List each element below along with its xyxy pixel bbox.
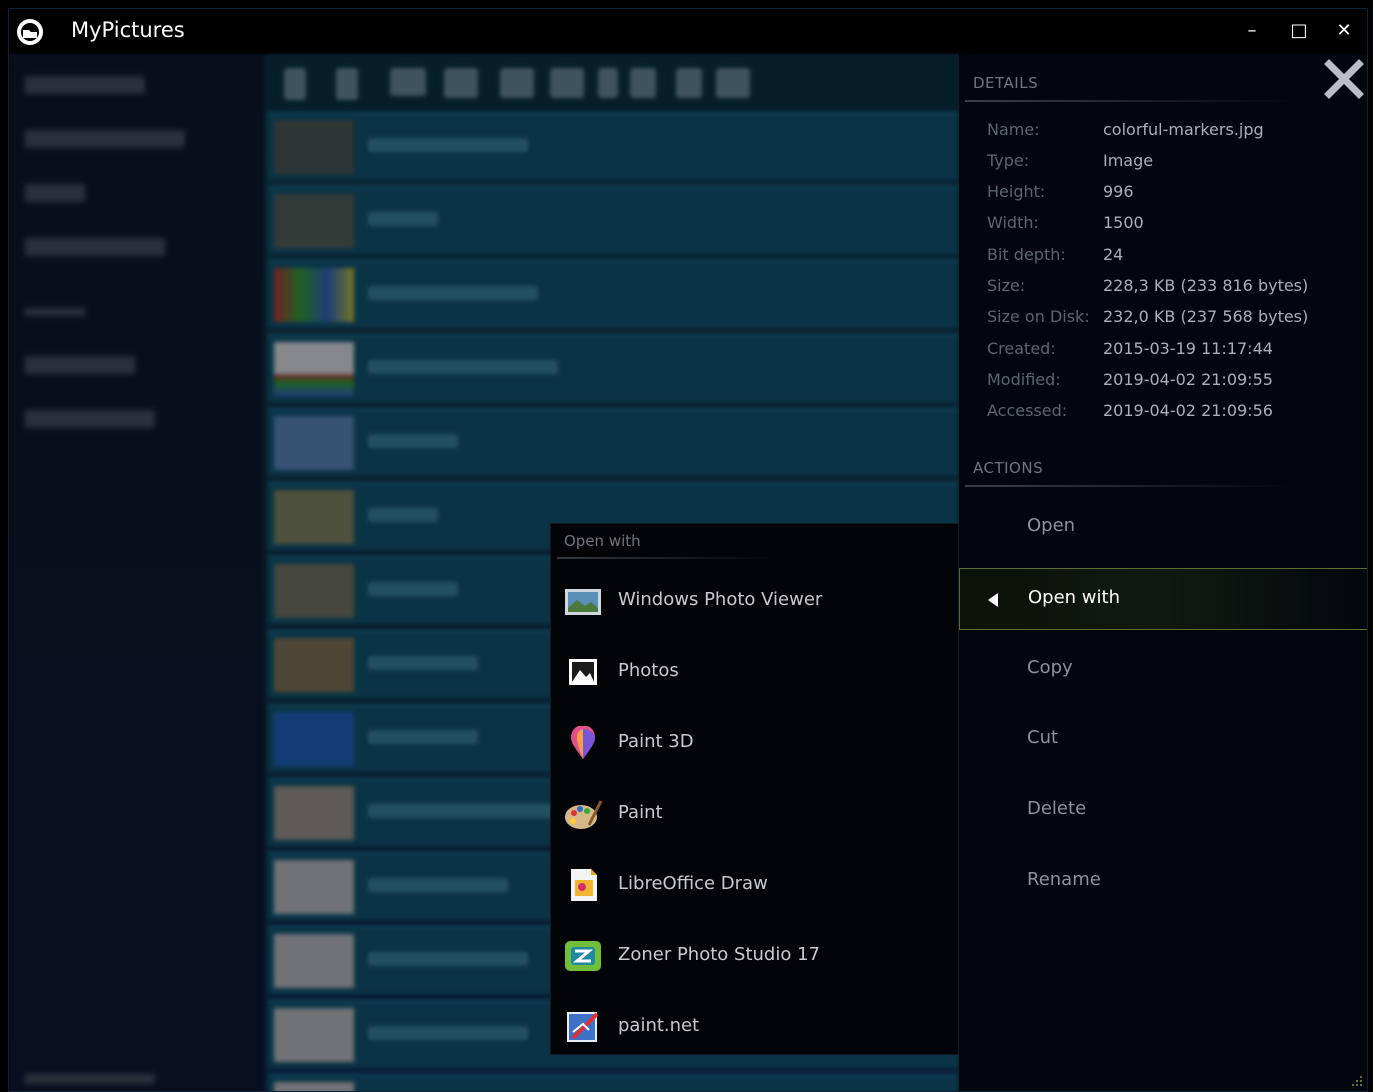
open-with-header: Open with bbox=[564, 532, 641, 550]
details-panel: DETAILS Name: colorful-markers.jpg Type:… bbox=[959, 54, 1367, 1091]
libreoffice-draw-icon bbox=[571, 869, 597, 901]
app-window: MyPictures – □ ✕ DETAILS Name: colorful-… bbox=[8, 8, 1368, 1092]
paint-icon bbox=[565, 800, 603, 829]
prop-value-height: 996 bbox=[1103, 182, 1134, 201]
action-delete-label: Delete bbox=[1027, 798, 1087, 819]
action-copy-label: Copy bbox=[1027, 657, 1073, 678]
prop-value-bit-depth: 24 bbox=[1103, 245, 1124, 264]
action-open-label: Open bbox=[1027, 515, 1076, 536]
paint3d-icon bbox=[571, 726, 595, 759]
open-with-item-libreoffice-draw[interactable]: LibreOffice Draw bbox=[551, 854, 958, 914]
prop-label-height: Height: bbox=[987, 182, 1046, 201]
action-open-with-label: Open with bbox=[1028, 587, 1120, 608]
prop-label-type: Type: bbox=[987, 151, 1030, 170]
close-panel-icon[interactable] bbox=[1323, 58, 1365, 100]
action-copy[interactable]: Copy bbox=[959, 639, 1367, 701]
action-cut-label: Cut bbox=[1027, 727, 1059, 748]
zoner-icon bbox=[565, 941, 601, 971]
prop-label-accessed: Accessed: bbox=[987, 401, 1068, 420]
prop-label-size-on-disk: Size on Disk: bbox=[987, 307, 1090, 326]
details-header: DETAILS bbox=[973, 74, 1039, 92]
prop-label-modified: Modified: bbox=[987, 370, 1061, 389]
prop-label-width: Width: bbox=[987, 213, 1039, 232]
close-window-button[interactable]: ✕ bbox=[1334, 21, 1354, 41]
title-bar[interactable]: MyPictures – □ ✕ bbox=[9, 9, 1367, 54]
open-with-item-photos[interactable]: Photos bbox=[551, 641, 958, 701]
actions-divider bbox=[965, 485, 1295, 487]
open-with-divider bbox=[557, 557, 777, 559]
prop-value-modified: 2019-04-02 21:09:55 bbox=[1103, 370, 1273, 389]
prop-label-created: Created: bbox=[987, 339, 1056, 358]
open-with-item-zoner[interactable]: Zoner Photo Studio 17 bbox=[551, 925, 958, 985]
prop-label-bit-depth: Bit depth: bbox=[987, 245, 1066, 264]
action-open-with[interactable]: Open with bbox=[959, 568, 1367, 630]
open-with-item-label: Paint 3D bbox=[618, 731, 694, 752]
open-with-item-paint3d[interactable]: Paint 3D bbox=[551, 712, 958, 772]
open-with-item-photo-viewer[interactable]: Windows Photo Viewer bbox=[551, 570, 958, 630]
open-with-item-label: Zoner Photo Studio 17 bbox=[618, 944, 820, 965]
resize-grip-icon[interactable] bbox=[1351, 1075, 1363, 1087]
action-cut[interactable]: Cut bbox=[959, 709, 1367, 771]
prop-value-accessed: 2019-04-02 21:09:56 bbox=[1103, 401, 1273, 420]
maximize-button[interactable]: □ bbox=[1289, 21, 1309, 41]
app-title: MyPictures bbox=[71, 18, 185, 42]
action-open[interactable]: Open bbox=[959, 497, 1367, 559]
open-with-item-label: Windows Photo Viewer bbox=[618, 589, 823, 610]
prop-value-width: 1500 bbox=[1103, 213, 1144, 232]
actions-header: ACTIONS bbox=[973, 459, 1044, 477]
photo-viewer-icon bbox=[565, 589, 601, 615]
submenu-arrow-icon bbox=[988, 593, 998, 607]
photos-icon bbox=[569, 659, 597, 685]
app-logo-icon bbox=[17, 19, 43, 45]
minimize-button[interactable]: – bbox=[1242, 21, 1262, 41]
prop-value-size: 228,3 KB (233 816 bytes) bbox=[1103, 276, 1309, 295]
prop-value-created: 2015-03-19 11:17:44 bbox=[1103, 339, 1273, 358]
open-with-item-label: paint.net bbox=[618, 1015, 700, 1036]
prop-label-size: Size: bbox=[987, 276, 1026, 295]
open-with-item-label: LibreOffice Draw bbox=[618, 873, 768, 894]
action-delete[interactable]: Delete bbox=[959, 780, 1367, 842]
prop-label-name: Name: bbox=[987, 120, 1040, 139]
open-with-item-paintnet[interactable]: paint.net bbox=[551, 996, 958, 1056]
prop-value-name: colorful-markers.jpg bbox=[1103, 120, 1264, 139]
action-rename-label: Rename bbox=[1027, 869, 1101, 890]
details-divider bbox=[965, 100, 1295, 102]
paintnet-icon bbox=[567, 1012, 599, 1042]
prop-value-type: Image bbox=[1103, 151, 1154, 170]
action-rename[interactable]: Rename bbox=[959, 851, 1367, 913]
open-with-item-label: Paint bbox=[618, 802, 663, 823]
open-with-item-paint[interactable]: Paint bbox=[551, 783, 958, 843]
open-with-menu: Open with Windows Photo Viewer Photos Pa… bbox=[550, 523, 959, 1055]
toolbar-blurred bbox=[264, 54, 964, 112]
open-with-item-label: Photos bbox=[618, 660, 679, 681]
prop-value-size-on-disk: 232,0 KB (237 568 bytes) bbox=[1103, 307, 1309, 326]
sidebar-blurred bbox=[9, 54, 264, 1091]
